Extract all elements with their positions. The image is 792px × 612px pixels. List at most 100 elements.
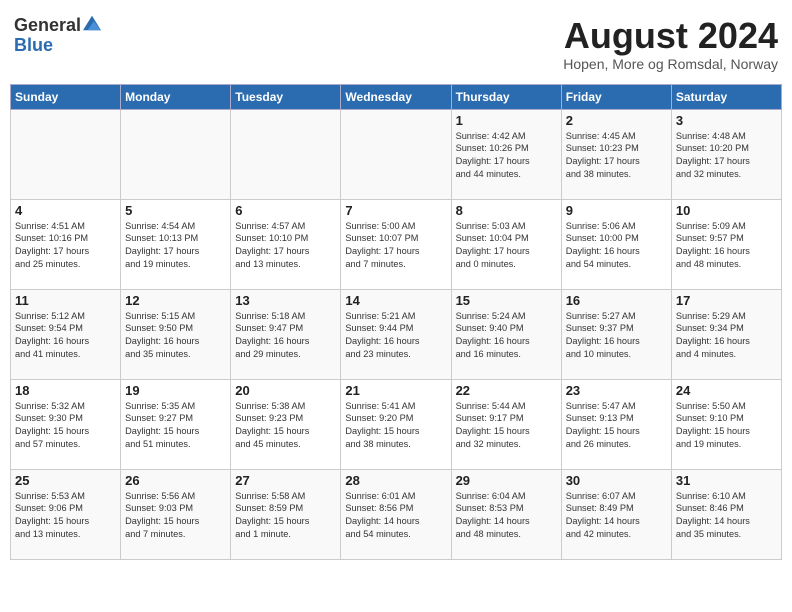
day-cell: 12Sunrise: 5:15 AMSunset: 9:50 PMDayligh… [121,289,231,379]
location-subtitle: Hopen, More og Romsdal, Norway [563,56,778,72]
cell-text-line: Daylight: 14 hours [456,515,557,528]
cell-text-line: Sunset: 10:26 PM [456,142,557,155]
day-cell: 8Sunrise: 5:03 AMSunset: 10:04 PMDayligh… [451,199,561,289]
day-number: 30 [566,473,667,488]
logo-blue-text: Blue [14,36,101,56]
cell-text-line: and 54 minutes. [345,528,446,541]
cell-text-line: Sunrise: 5:18 AM [235,310,336,323]
day-cell [11,109,121,199]
days-header-row: SundayMondayTuesdayWednesdayThursdayFrid… [11,84,782,109]
cell-text-line: Sunset: 10:23 PM [566,142,667,155]
day-cell: 1Sunrise: 4:42 AMSunset: 10:26 PMDayligh… [451,109,561,199]
cell-text-line: Sunset: 9:54 PM [15,322,116,335]
day-number: 7 [345,203,446,218]
cell-text-line: Sunrise: 5:29 AM [676,310,777,323]
day-cell: 4Sunrise: 4:51 AMSunset: 10:16 PMDayligh… [11,199,121,289]
cell-text-line: and 48 minutes. [456,528,557,541]
cell-text-line: Daylight: 16 hours [15,335,116,348]
cell-text-line: Sunset: 9:20 PM [345,412,446,425]
cell-text-line: Sunrise: 5:35 AM [125,400,226,413]
week-row-2: 4Sunrise: 4:51 AMSunset: 10:16 PMDayligh… [11,199,782,289]
week-row-5: 25 Sunrise: 5:53 AMSunset: 9:06 PM Dayligh… [11,469,782,559]
cell-text-line: Sunset: 10:07 PM [345,232,446,245]
cell-text-line: and 10 minutes. [566,348,667,361]
cell-text-line: Sunrise: 5:15 AM [125,310,226,323]
cell-text-line: Sunset: 9:50 PM [125,322,226,335]
cell-text-line: Sunset: 9:17 PM [456,412,557,425]
cell-text-line: Sunrise: 5:50 AM [676,400,777,413]
day-number: 12 [125,293,226,308]
cell-text-line: Sunset: 9:47 PM [235,322,336,335]
day-number: 18 [15,383,116,398]
cell-text-line: Sunrise: 6:04 AM [456,490,557,503]
day-number: 11 [15,293,116,308]
day-number: 1 [456,113,557,128]
day-number: 16 [566,293,667,308]
week-row-4: 18Sunrise: 5:32 AMSunset: 9:30 PMDayligh… [11,379,782,469]
cell-text-line: Sunset: 10:00 PM [566,232,667,245]
cell-text-line: Sunrise: 5:03 AM [456,220,557,233]
cell-text-line: Sunset: 9:06 PM [15,502,116,515]
cell-text-line: Sunrise: 5:53 AM [15,490,116,503]
day-number: 23 [566,383,667,398]
day-number: 17 [676,293,777,308]
cell-text-line: Sunrise: 5:56 AM [125,490,226,503]
cell-text-line: Daylight: 15 hours [235,515,336,528]
header-friday: Friday [561,84,671,109]
day-cell: 28Sunrise: 6:01 AMSunset: 8:56 PMDayligh… [341,469,451,559]
day-cell: 17Sunrise: 5:29 AMSunset: 9:34 PMDayligh… [671,289,781,379]
cell-text-line: Daylight: 17 hours [15,245,116,258]
cell-text-line: Daylight: 16 hours [235,335,336,348]
cell-text-line: and 57 minutes. [15,438,116,451]
day-number: 10 [676,203,777,218]
day-cell: 21Sunrise: 5:41 AMSunset: 9:20 PMDayligh… [341,379,451,469]
cell-text-line: and 41 minutes. [15,348,116,361]
week-row-3: 11Sunrise: 5:12 AMSunset: 9:54 PMDayligh… [11,289,782,379]
day-cell: 13Sunrise: 5:18 AMSunset: 9:47 PMDayligh… [231,289,341,379]
cell-text-line: Daylight: 15 hours [125,425,226,438]
header-thursday: Thursday [451,84,561,109]
cell-text-line: Sunrise: 5:09 AM [676,220,777,233]
cell-text-line: and 35 minutes. [676,528,777,541]
cell-text-line: and 38 minutes. [566,168,667,181]
cell-text-line: and 51 minutes. [125,438,226,451]
day-number: 8 [456,203,557,218]
cell-text-line: Sunset: 10:04 PM [456,232,557,245]
day-number: 4 [15,203,116,218]
cell-text-line: and 19 minutes. [676,438,777,451]
day-number: 21 [345,383,446,398]
cell-text-line: Sunrise: 4:45 AM [566,130,667,143]
cell-text-line: Daylight: 17 hours [676,155,777,168]
cell-text-line: Sunrise: 6:01 AM [345,490,446,503]
title-area: August 2024 Hopen, More og Romsdal, Norw… [563,16,778,72]
day-number: 25 [15,473,116,488]
day-cell: 3Sunrise: 4:48 AMSunset: 10:20 PMDayligh… [671,109,781,199]
day-number: 29 [456,473,557,488]
day-cell [121,109,231,199]
cell-text-line: Sunrise: 6:07 AM [566,490,667,503]
cell-text-line: Sunrise: 4:42 AM [456,130,557,143]
cell-text-line: Sunset: 8:59 PM [235,502,336,515]
cell-text-line: Sunrise: 4:57 AM [235,220,336,233]
day-number: 3 [676,113,777,128]
day-cell: 23Sunrise: 5:47 AMSunset: 9:13 PMDayligh… [561,379,671,469]
day-number: 14 [345,293,446,308]
cell-text-line: and 48 minutes. [676,258,777,271]
cell-text-line: Sunset: 9:40 PM [456,322,557,335]
cell-text-line: and 32 minutes. [456,438,557,451]
cell-text-line: Sunset: 8:56 PM [345,502,446,515]
cell-text-line: Daylight: 15 hours [456,425,557,438]
day-cell: 29Sunrise: 6:04 AMSunset: 8:53 PMDayligh… [451,469,561,559]
logo: General Blue [14,16,101,56]
day-number: 20 [235,383,336,398]
day-cell: 5Sunrise: 4:54 AMSunset: 10:13 PMDayligh… [121,199,231,289]
cell-text-line: Daylight: 15 hours [15,425,116,438]
calendar-table: SundayMondayTuesdayWednesdayThursdayFrid… [10,84,782,560]
cell-text-line: and 29 minutes. [235,348,336,361]
cell-text-line: Daylight: 15 hours [235,425,336,438]
cell-text-line: Daylight: 15 hours [566,425,667,438]
header-tuesday: Tuesday [231,84,341,109]
logo-icon [83,14,101,32]
cell-text-line: Daylight: 16 hours [676,245,777,258]
day-number: 5 [125,203,226,218]
